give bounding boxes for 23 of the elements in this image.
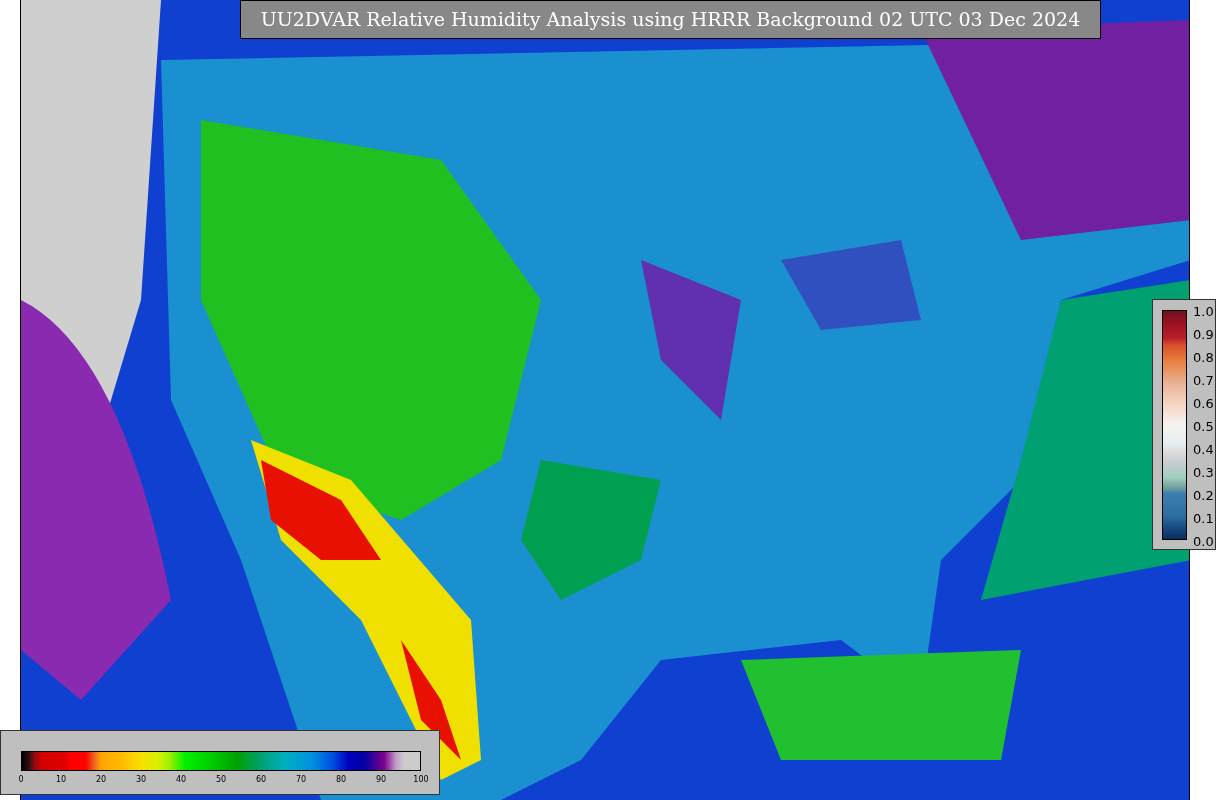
- tick-label: 1.0: [1193, 303, 1214, 319]
- tick-label: 100: [413, 775, 429, 785]
- tick-label: 0.6: [1193, 395, 1214, 411]
- tick-label: 0.5: [1193, 418, 1214, 434]
- tick-label: 0.2: [1193, 487, 1214, 503]
- tick-label: 0.4: [1193, 441, 1214, 457]
- tick-label: 0.1: [1193, 510, 1214, 526]
- tick-label: 20: [95, 775, 107, 785]
- tick-label: 0.3: [1193, 464, 1214, 480]
- tick-label: 90: [375, 775, 387, 785]
- tick-label: 70: [295, 775, 307, 785]
- tick-label: 0.0: [1193, 533, 1214, 549]
- tick-label: 0.7: [1193, 372, 1214, 388]
- map-title: UU2DVAR Relative Humidity Analysis using HRRR Background 02 UTC 03 Dec 2024: [240, 0, 1101, 39]
- tick-label: 30: [135, 775, 147, 785]
- tick-label: 60: [255, 775, 267, 785]
- tick-label: 50: [215, 775, 227, 785]
- tick-label: 80: [335, 775, 347, 785]
- tick-label: 0.9: [1193, 326, 1214, 342]
- tick-label: 40: [175, 775, 187, 785]
- tick-label: 0: [18, 775, 24, 785]
- tick-label: 0.8: [1193, 349, 1214, 365]
- tick-label: 10: [55, 775, 67, 785]
